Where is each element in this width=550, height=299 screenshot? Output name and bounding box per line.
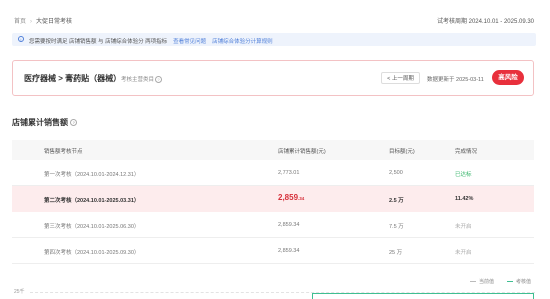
legend-reference: 考核值 bbox=[507, 278, 531, 285]
data-updated-time: 数据更新于 2025-03-11 bbox=[427, 76, 484, 83]
cell-node: 第四次考核（2024.10.01-2025.09.30） bbox=[44, 250, 140, 256]
legend-current-marker bbox=[470, 280, 476, 283]
legend-reference-label: 考核值 bbox=[516, 279, 532, 285]
score-rules-link[interactable]: 店铺综合体验分计算规则 bbox=[212, 39, 273, 45]
cell-node: 第一次考核（2024.10.01-2024.12.31） bbox=[44, 172, 140, 178]
table-header: 销售额考核节点 店铺累计销售额(元) 目标额(元) 完成情况 bbox=[12, 140, 534, 160]
banner-text-line: 您需要按时满足 店铺销售额 与 店铺综合体验分 两项指标 查看常见问题 店铺综合体验… bbox=[29, 37, 273, 45]
sales-decimal: .34 bbox=[298, 196, 305, 201]
category-title: 医疗器械 > 膏药贴（器械） bbox=[24, 74, 122, 83]
legend-current-label: 当前值 bbox=[479, 279, 495, 285]
chart-y-tick: 25千 bbox=[14, 289, 25, 295]
header-sales: 店铺累计销售额(元) bbox=[278, 149, 326, 155]
section-title-text: 店铺累计销售额 bbox=[12, 118, 68, 127]
info-banner: i 您需要按时满足 店铺销售额 与 店铺综合体验分 两项指标 查看常见问题 店铺综合… bbox=[12, 33, 536, 46]
cell-status: 未开启 bbox=[455, 224, 472, 230]
top-bar: 首页 › 大促日常考核 试考核周期 2024.10.01 - 2025.09.30 bbox=[0, 0, 550, 30]
table-row-current: 第二次考核（2024.10.01-2025.03.31） 2,859.34 2.… bbox=[12, 186, 534, 212]
cell-status: 11.42% bbox=[455, 196, 474, 202]
cell-target: 2,500 bbox=[389, 170, 403, 176]
cell-target: 7.5 万 bbox=[389, 224, 404, 230]
category-subtitle-text: 考核主营类目 bbox=[121, 76, 155, 83]
header-node: 销售额考核节点 bbox=[44, 149, 83, 155]
section-title: 店铺累计销售额 ? bbox=[12, 117, 78, 128]
category-subtitle: 考核主营类目? bbox=[121, 75, 163, 83]
cell-sales: 2,859.34 bbox=[278, 222, 300, 228]
breadcrumb-home[interactable]: 首页 bbox=[14, 19, 26, 25]
legend-current: 当前值 bbox=[470, 278, 494, 285]
table-row: 第一次考核（2024.10.01-2024.12.31） 2,773.01 2,… bbox=[12, 160, 534, 186]
cell-sales: 2,773.01 bbox=[278, 170, 300, 176]
cell-node: 第三次考核（2024.10.01-2025.06.30） bbox=[44, 224, 140, 230]
banner-text: 您需要按时满足 店铺销售额 与 店铺综合体验分 两项指标 bbox=[29, 38, 168, 45]
cell-status: 已达标 bbox=[455, 172, 472, 178]
header-target: 目标额(元) bbox=[389, 149, 415, 155]
table-row: 第四次考核（2024.10.01-2025.09.30） 2,859.34 25… bbox=[12, 238, 534, 264]
faq-link[interactable]: 查看常见问题 bbox=[173, 39, 206, 45]
cell-node: 第二次考核（2024.10.01-2025.03.31） bbox=[44, 198, 140, 204]
cell-sales: 2,859.34 bbox=[278, 248, 300, 254]
help-icon[interactable]: ? bbox=[155, 75, 163, 83]
cell-status: 未开启 bbox=[455, 250, 472, 256]
help-icon[interactable]: ? bbox=[70, 119, 78, 127]
prev-period-button[interactable]: < 上一周期 bbox=[381, 72, 420, 84]
category-card: 医疗器械 > 膏药贴（器械） 考核主营类目? < 上一周期 数据更新于 2025… bbox=[12, 60, 534, 96]
header-status: 完成情况 bbox=[455, 149, 478, 155]
sales-integer: 2,859 bbox=[278, 193, 299, 202]
table-row: 第三次考核（2024.10.01-2025.06.30） 2,859.34 7.… bbox=[12, 212, 534, 238]
cell-sales: 2,859.34 bbox=[278, 193, 304, 202]
breadcrumb: 首页 › 大促日常考核 bbox=[14, 16, 72, 25]
chart-reference-line bbox=[312, 293, 534, 299]
cell-target: 2.5 万 bbox=[389, 198, 404, 204]
chevron-right-icon: › bbox=[30, 19, 33, 25]
legend-reference-marker bbox=[507, 280, 513, 283]
cell-target: 25 万 bbox=[389, 250, 403, 256]
breadcrumb-current: 大促日常考核 bbox=[36, 19, 73, 25]
assessment-period: 试考核周期 2024.10.01 - 2025.09.30 bbox=[436, 19, 534, 25]
risk-badge[interactable]: 高风险 bbox=[492, 70, 524, 85]
info-icon: i bbox=[18, 36, 24, 42]
